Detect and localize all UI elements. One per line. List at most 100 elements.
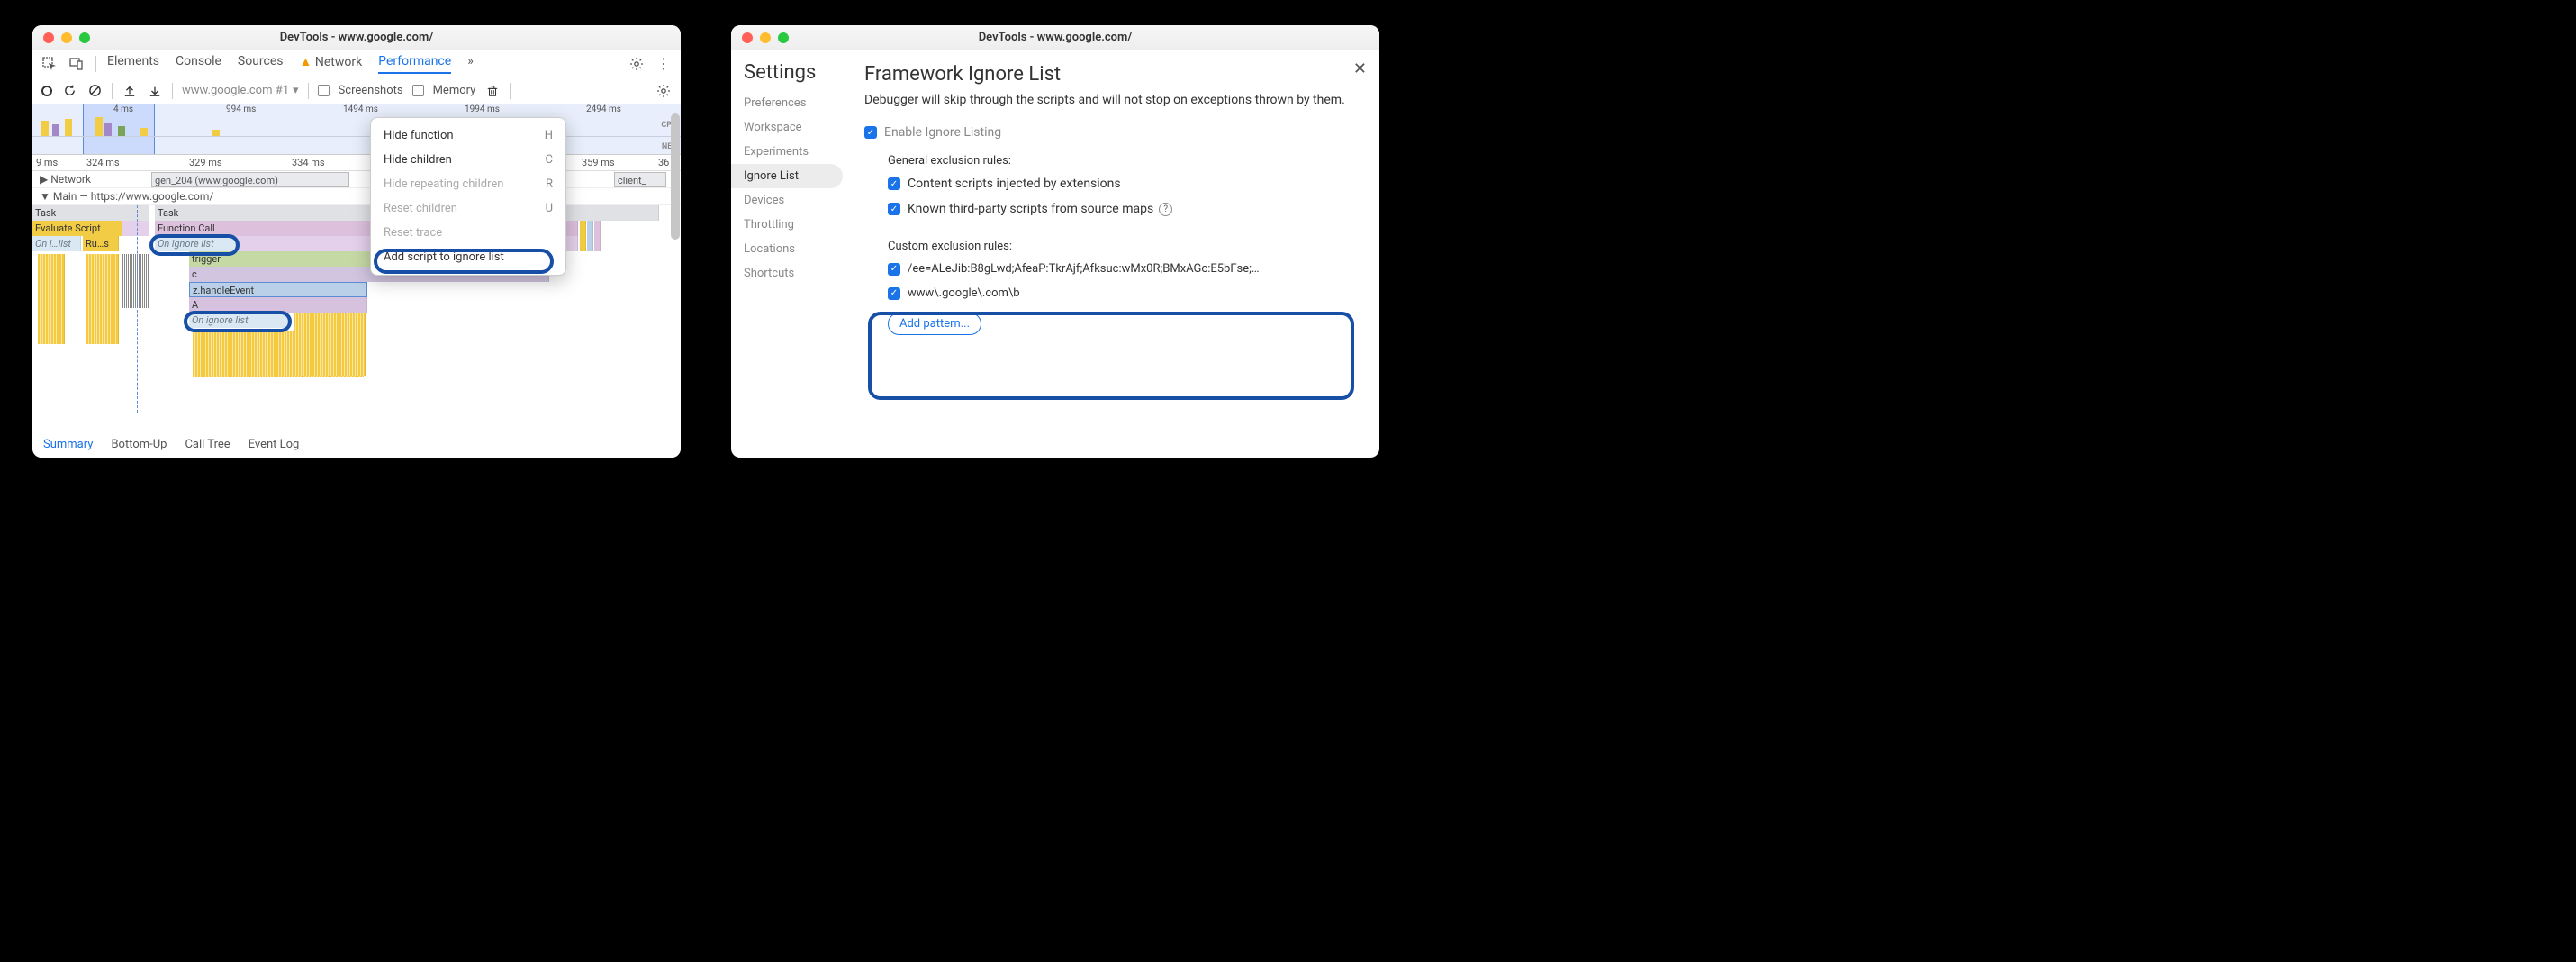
inspect-element-icon[interactable]	[41, 56, 58, 72]
enable-ignore-listing-row[interactable]: ✓ Enable Ignore Listing	[864, 120, 1363, 145]
flame-runs[interactable]: Ru…s	[83, 236, 119, 251]
menu-add-script-ignore-list[interactable]: Add script to ignore list	[371, 245, 565, 269]
bottom-tab-event-log[interactable]: Event Log	[249, 438, 300, 451]
content-scripts-row[interactable]: ✓ Content scripts injected by extensions	[888, 171, 1363, 196]
nav-ignore-list[interactable]: Ignore List	[731, 164, 843, 188]
overview-tick: 2494 ms	[586, 104, 621, 114]
maximize-button[interactable]	[778, 32, 789, 43]
devtools-settings-window: DevTools - www.google.com/ Settings Pref…	[731, 25, 1379, 458]
close-button[interactable]	[742, 32, 753, 43]
window2-titlebar: DevTools - www.google.com/	[731, 25, 1379, 50]
memory-label: Memory	[433, 84, 476, 97]
rule1-checkbox[interactable]: ✓	[888, 263, 900, 276]
bottom-tab-summary[interactable]: Summary	[43, 438, 93, 451]
screenshots-label: Screenshots	[339, 84, 403, 97]
custom-rule-2-row[interactable]: ✓ www\.google\.com\b	[888, 281, 1363, 305]
flame-chart[interactable]: Task Evaluate Script On i…list Ru…s Task…	[32, 205, 681, 413]
settings-gear-icon[interactable]	[628, 56, 645, 72]
settings-body: Settings Preferences Workspace Experimen…	[731, 50, 1379, 458]
minimize-button[interactable]	[61, 32, 72, 43]
flame-on-ignore-list-2[interactable]: On ignore list	[189, 313, 288, 328]
divider	[510, 83, 511, 99]
flame-stripe	[38, 254, 65, 344]
rule2-checkbox[interactable]: ✓	[888, 287, 900, 300]
flame-on-ignore-list[interactable]: On ignore list	[155, 236, 236, 251]
devtools-performance-window: DevTools - www.google.com/ Elements Cons…	[32, 25, 681, 458]
enable-ignore-checkbox[interactable]: ✓	[864, 126, 877, 139]
general-rules-label: General exclusion rules:	[888, 145, 1363, 171]
time-cursor	[137, 205, 138, 413]
traffic-lights	[731, 32, 789, 43]
help-icon[interactable]: ?	[1159, 203, 1172, 216]
nav-workspace[interactable]: Workspace	[731, 115, 848, 140]
network-entry[interactable]: gen_204 (www.google.com)	[151, 172, 349, 187]
menu-reset-children: Reset childrenU	[371, 196, 565, 221]
close-icon[interactable]: ✕	[1353, 59, 1367, 78]
performance-bottom-tabs: Summary Bottom-Up Call Tree Event Log	[32, 431, 681, 458]
tab-console[interactable]: Console	[176, 54, 221, 74]
clear-icon[interactable]	[86, 83, 103, 99]
nav-throttling[interactable]: Throttling	[731, 213, 848, 237]
device-mode-icon[interactable]	[68, 56, 85, 72]
memory-checkbox[interactable]	[412, 85, 424, 96]
close-button[interactable]	[43, 32, 54, 43]
reload-record-icon[interactable]	[61, 83, 77, 99]
bottom-tab-bottom-up[interactable]: Bottom-Up	[111, 438, 167, 451]
custom-rule-1-row[interactable]: ✓ /ee=ALeJib:B8gLwd;AfeaP:TkrAjf;Afksuc:…	[888, 257, 1363, 281]
tab-network[interactable]: ▲ Network	[300, 54, 363, 74]
third-party-checkbox[interactable]: ✓	[888, 203, 900, 215]
network-entry-client[interactable]: client_	[614, 172, 666, 187]
more-tabs-icon[interactable]: »	[467, 54, 474, 74]
flame-on-ignore-list-short[interactable]: On i…list	[32, 236, 81, 251]
flame-z-handle-event[interactable]: z.handleEvent	[189, 282, 367, 297]
page-select-dropdown[interactable]: www.google.com #1 ▾	[182, 84, 299, 97]
flame-block[interactable]	[122, 221, 149, 236]
nav-preferences[interactable]: Preferences	[731, 91, 848, 115]
tab-performance[interactable]: Performance	[378, 54, 451, 74]
flame-block[interactable]	[587, 221, 593, 251]
nav-shortcuts[interactable]: Shortcuts	[731, 261, 848, 286]
devtools-main-toolbar: Elements Console Sources ▲ Network Perfo…	[32, 50, 681, 77]
scrollbar-thumb[interactable]	[671, 113, 680, 240]
tab-sources[interactable]: Sources	[238, 54, 284, 74]
flame-block[interactable]	[580, 221, 586, 251]
menu-hide-repeating-children: Hide repeating childrenR	[371, 172, 565, 196]
upload-icon[interactable]	[122, 83, 138, 99]
download-icon[interactable]	[147, 83, 163, 99]
flame-context-menu: Hide functionH Hide childrenC Hide repea…	[370, 117, 566, 276]
main-track-header[interactable]: ▼ Main — https://www.google.com/	[32, 188, 681, 205]
gc-icon[interactable]	[484, 83, 501, 99]
nav-devices[interactable]: Devices	[731, 188, 848, 213]
settings-sidebar: Settings Preferences Workspace Experimen…	[731, 50, 848, 458]
flame-task[interactable]: Task	[32, 205, 149, 221]
menu-hide-children[interactable]: Hide childrenC	[371, 148, 565, 172]
content-scripts-checkbox[interactable]: ✓	[888, 177, 900, 190]
add-pattern-button[interactable]: Add pattern...	[888, 313, 981, 335]
divider	[95, 56, 96, 72]
third-party-row[interactable]: ✓ Known third-party scripts from source …	[888, 196, 1363, 222]
menu-hide-function[interactable]: Hide functionH	[371, 123, 565, 148]
menu-reset-trace: Reset trace	[371, 221, 565, 245]
kebab-menu-icon[interactable]: ⋮	[655, 56, 672, 72]
tab-elements[interactable]: Elements	[107, 54, 159, 74]
screenshots-checkbox[interactable]	[318, 85, 330, 96]
timeline-overview[interactable]: 4 ms 994 ms 1494 ms 1994 ms 2494 ms CPU …	[32, 104, 681, 155]
flame-a[interactable]: A	[189, 297, 367, 313]
nav-experiments[interactable]: Experiments	[731, 140, 848, 164]
scrollbar-track[interactable]	[670, 95, 681, 431]
divider	[112, 83, 113, 99]
ignore-list-description: Debugger will skip through the scripts a…	[864, 93, 1363, 107]
flame-block[interactable]	[594, 221, 601, 251]
nav-locations[interactable]: Locations	[731, 237, 848, 261]
bottom-tab-call-tree[interactable]: Call Tree	[185, 438, 230, 451]
network-track-header[interactable]: ▶ Network	[32, 171, 681, 188]
minimize-button[interactable]	[760, 32, 771, 43]
flame-stripe	[122, 254, 149, 308]
overview-tick: 4 ms	[113, 104, 133, 114]
performance-toolbar: www.google.com #1 ▾ Screenshots Memory	[32, 77, 681, 104]
overview-tick: 1994 ms	[465, 104, 500, 114]
record-button[interactable]	[41, 86, 52, 96]
maximize-button[interactable]	[79, 32, 90, 43]
flame-ruler: 9 ms 324 ms 329 ms 334 ms 339 ms 359 ms …	[32, 155, 681, 171]
flame-evaluate-script[interactable]: Evaluate Script	[32, 221, 122, 236]
